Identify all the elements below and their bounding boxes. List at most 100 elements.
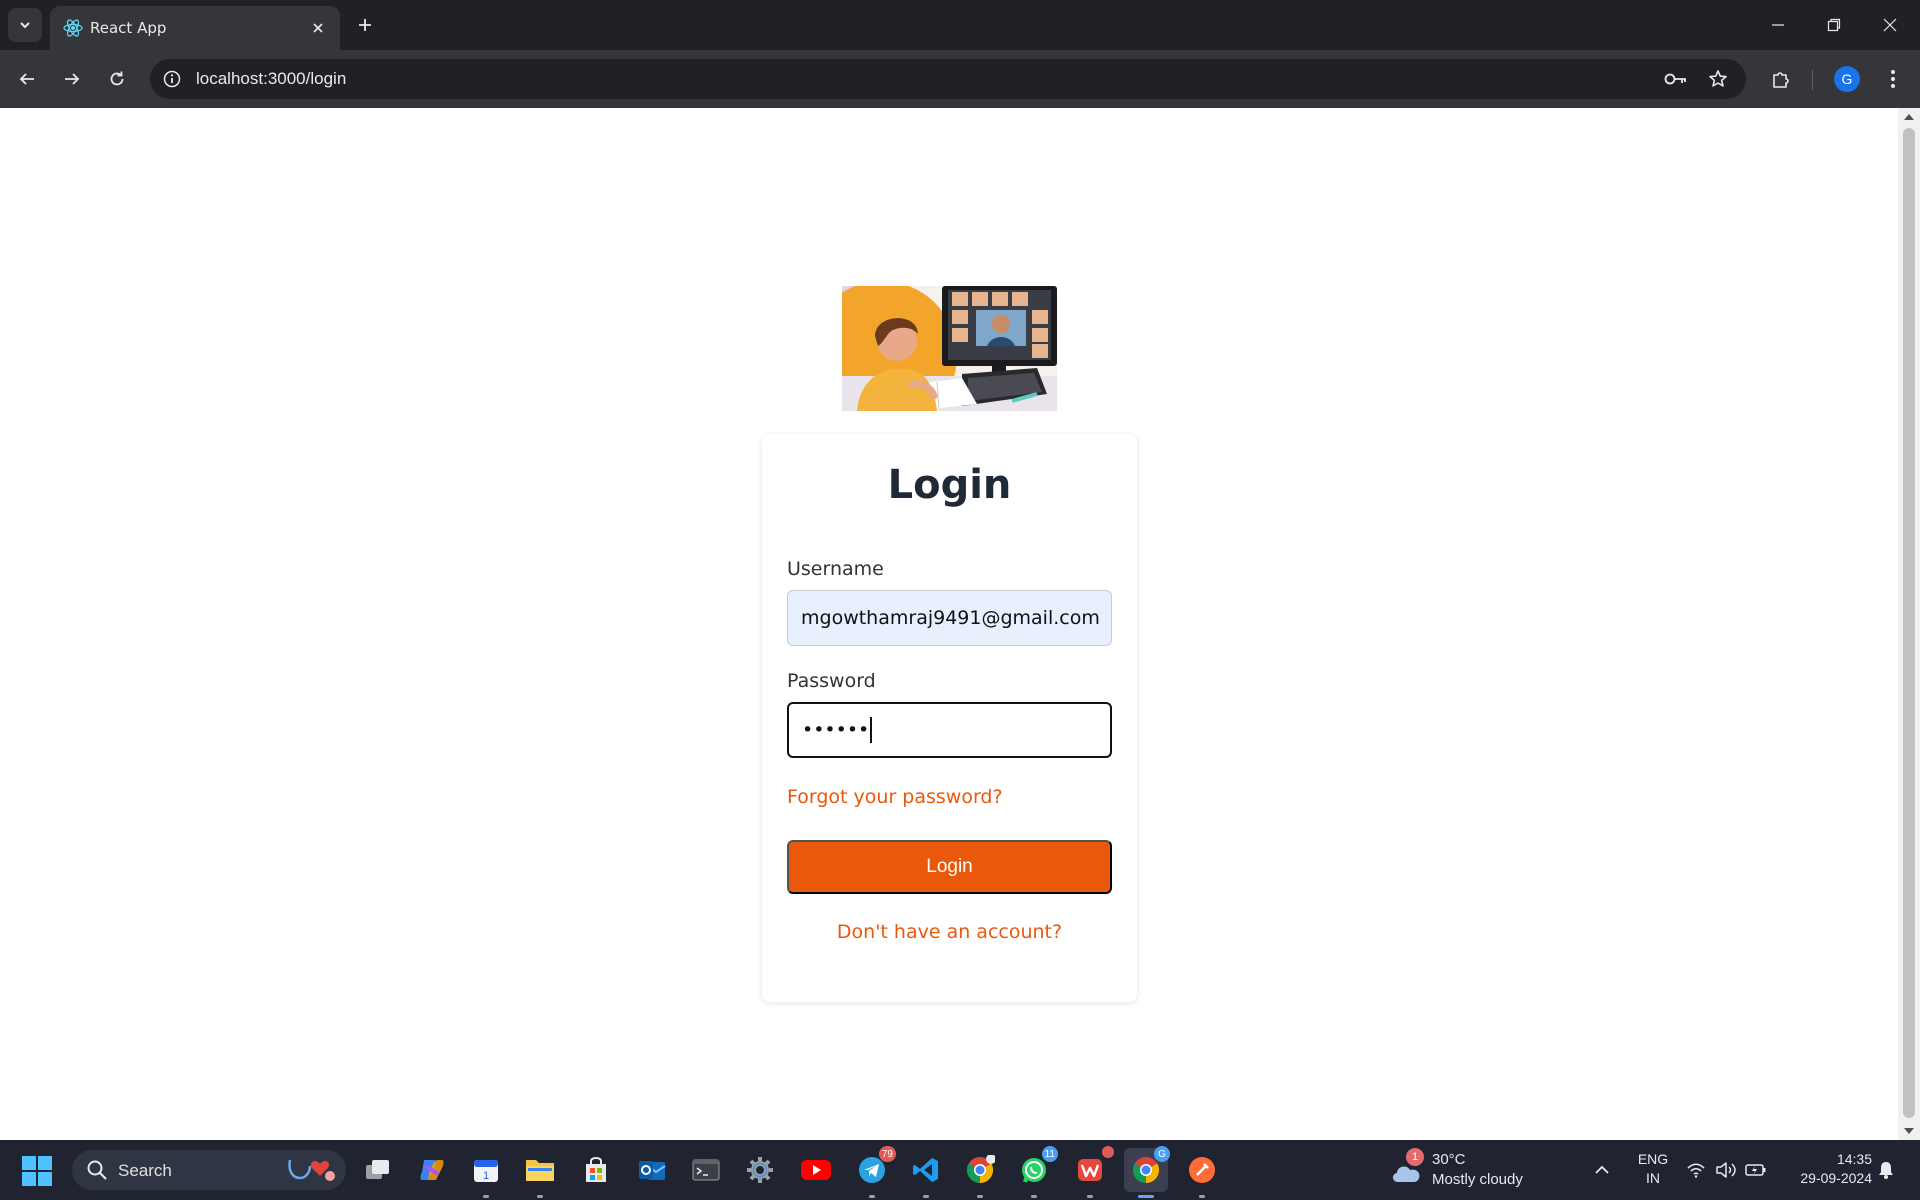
notification-badge: 79 xyxy=(878,1146,896,1162)
battery-charging-icon xyxy=(1745,1164,1766,1176)
plus-icon xyxy=(359,19,371,31)
restore-icon xyxy=(1827,18,1841,32)
notification-dot xyxy=(1102,1146,1114,1158)
bookmark-button[interactable] xyxy=(1706,67,1730,91)
back-button[interactable] xyxy=(10,62,44,96)
forgot-password-link[interactable]: Forgot your password? xyxy=(787,786,1003,808)
minimize-button[interactable] xyxy=(1750,0,1806,50)
input-language-indicator[interactable]: ENG IN xyxy=(1633,1150,1673,1188)
forward-button[interactable] xyxy=(55,62,89,96)
site-info-button[interactable] xyxy=(160,67,184,91)
chevron-down-icon xyxy=(20,22,30,29)
username-label: Username xyxy=(787,558,884,580)
running-indicator xyxy=(869,1195,875,1198)
tab-close-button[interactable] xyxy=(306,16,330,40)
tab-search-button[interactable] xyxy=(8,8,42,42)
battery-status[interactable] xyxy=(1744,1158,1768,1182)
postman-app[interactable] xyxy=(1184,1152,1220,1198)
page-scrollbar[interactable] xyxy=(1898,108,1920,1140)
weather-condition: Mostly cloudy xyxy=(1432,1171,1523,1188)
profile-button[interactable]: G xyxy=(1830,62,1864,96)
more-vertical-icon xyxy=(1891,70,1895,88)
react-icon xyxy=(63,19,83,37)
username-input[interactable]: mgowthamraj9491@gmail.com xyxy=(787,590,1112,646)
info-icon xyxy=(163,70,181,88)
browser-menu-button[interactable] xyxy=(1876,62,1910,96)
notifications-button[interactable] xyxy=(1874,1158,1898,1182)
password-input[interactable]: •••••• xyxy=(787,702,1112,758)
login-button[interactable]: Login xyxy=(787,840,1112,894)
weather-badge: 1 xyxy=(1406,1148,1424,1166)
extensions-button[interactable] xyxy=(1764,62,1798,96)
terminal-app[interactable] xyxy=(688,1152,724,1188)
gear-icon xyxy=(747,1157,773,1183)
url-text: localhost:3000/login xyxy=(196,69,347,88)
wps-office-icon xyxy=(1078,1159,1102,1181)
vs-code-app[interactable] xyxy=(908,1152,944,1198)
youtube-icon xyxy=(801,1160,831,1180)
task-view-app[interactable] xyxy=(360,1152,396,1188)
running-indicator xyxy=(1087,1195,1093,1198)
windows-start-icon[interactable] xyxy=(22,1156,52,1186)
search-icon xyxy=(87,1160,107,1180)
calendar-app[interactable]: 1 xyxy=(468,1152,504,1198)
search-label: Search xyxy=(118,1161,172,1180)
taskbar: Search 1 79 11 G 1 30°C Mostly cloudy EN… xyxy=(0,1140,1920,1200)
page-viewport: Login Username mgowthamraj9491@gmail.com… xyxy=(0,108,1898,1140)
profile-badge: G xyxy=(1154,1146,1170,1162)
svg-text:1: 1 xyxy=(483,1170,489,1182)
browser-tab-bar: React App xyxy=(0,0,1920,50)
restore-button[interactable] xyxy=(1806,0,1862,50)
chrome-app[interactable] xyxy=(962,1152,998,1198)
whatsapp-icon xyxy=(1022,1158,1046,1183)
tab-title: React App xyxy=(90,19,167,37)
username-value: mgowthamraj9491@gmail.com xyxy=(801,607,1100,629)
vs-code-icon xyxy=(913,1158,938,1182)
scrollbar-thumb[interactable] xyxy=(1903,128,1915,1118)
youtube-app[interactable] xyxy=(798,1152,834,1188)
hero-illustration xyxy=(842,286,1057,411)
microsoft-store-app[interactable] xyxy=(578,1152,614,1188)
store-icon xyxy=(586,1157,606,1182)
file-explorer-app[interactable] xyxy=(522,1152,558,1198)
address-bar[interactable]: localhost:3000/login xyxy=(150,59,1746,99)
scroll-down-arrow[interactable] xyxy=(1904,1128,1914,1134)
settings-app[interactable] xyxy=(742,1152,778,1188)
wifi-status[interactable] xyxy=(1684,1158,1708,1182)
close-icon xyxy=(313,23,323,33)
password-value: •••••• xyxy=(802,719,870,741)
toolbar-separator xyxy=(1812,70,1813,90)
calendar-icon: 1 xyxy=(474,1160,498,1182)
show-hidden-icons-button[interactable] xyxy=(1590,1158,1614,1182)
avatar: G xyxy=(1834,66,1860,92)
system-clock[interactable]: 14:35 29-09-2024 xyxy=(1782,1150,1872,1188)
whatsapp-app[interactable]: 11 xyxy=(1016,1146,1058,1198)
new-tab-button[interactable] xyxy=(350,10,380,40)
running-indicator xyxy=(1199,1195,1205,1198)
close-window-button[interactable] xyxy=(1862,0,1918,50)
outlook-icon xyxy=(639,1161,666,1180)
language-code: ENG xyxy=(1637,1151,1669,1167)
browser-tab[interactable]: React App xyxy=(50,6,340,50)
scroll-up-arrow[interactable] xyxy=(1904,114,1914,120)
running-indicator xyxy=(1138,1195,1154,1198)
task-view-icon xyxy=(366,1160,389,1179)
notification-badge: 11 xyxy=(1041,1146,1058,1162)
copilot-app[interactable] xyxy=(414,1152,450,1188)
chrome-profile-app[interactable]: G xyxy=(1124,1146,1170,1198)
volume-status[interactable] xyxy=(1714,1158,1738,1182)
running-indicator xyxy=(483,1195,489,1198)
outlook-app[interactable] xyxy=(634,1152,670,1188)
taskbar-search[interactable]: Search xyxy=(72,1150,346,1190)
running-indicator xyxy=(977,1195,983,1198)
reload-button[interactable] xyxy=(100,62,134,96)
weather-temperature: 30°C xyxy=(1432,1151,1466,1168)
bell-icon xyxy=(1879,1162,1893,1179)
signup-link[interactable]: Don't have an account? xyxy=(762,921,1137,943)
browser-toolbar: localhost:3000/login G xyxy=(0,50,1920,108)
password-key-button[interactable] xyxy=(1664,67,1688,91)
weather-widget[interactable]: 1 30°C Mostly cloudy xyxy=(1390,1148,1540,1192)
telegram-app[interactable]: 79 xyxy=(854,1146,896,1198)
chrome-icon xyxy=(966,1155,995,1184)
wps-office-app[interactable] xyxy=(1072,1146,1114,1198)
